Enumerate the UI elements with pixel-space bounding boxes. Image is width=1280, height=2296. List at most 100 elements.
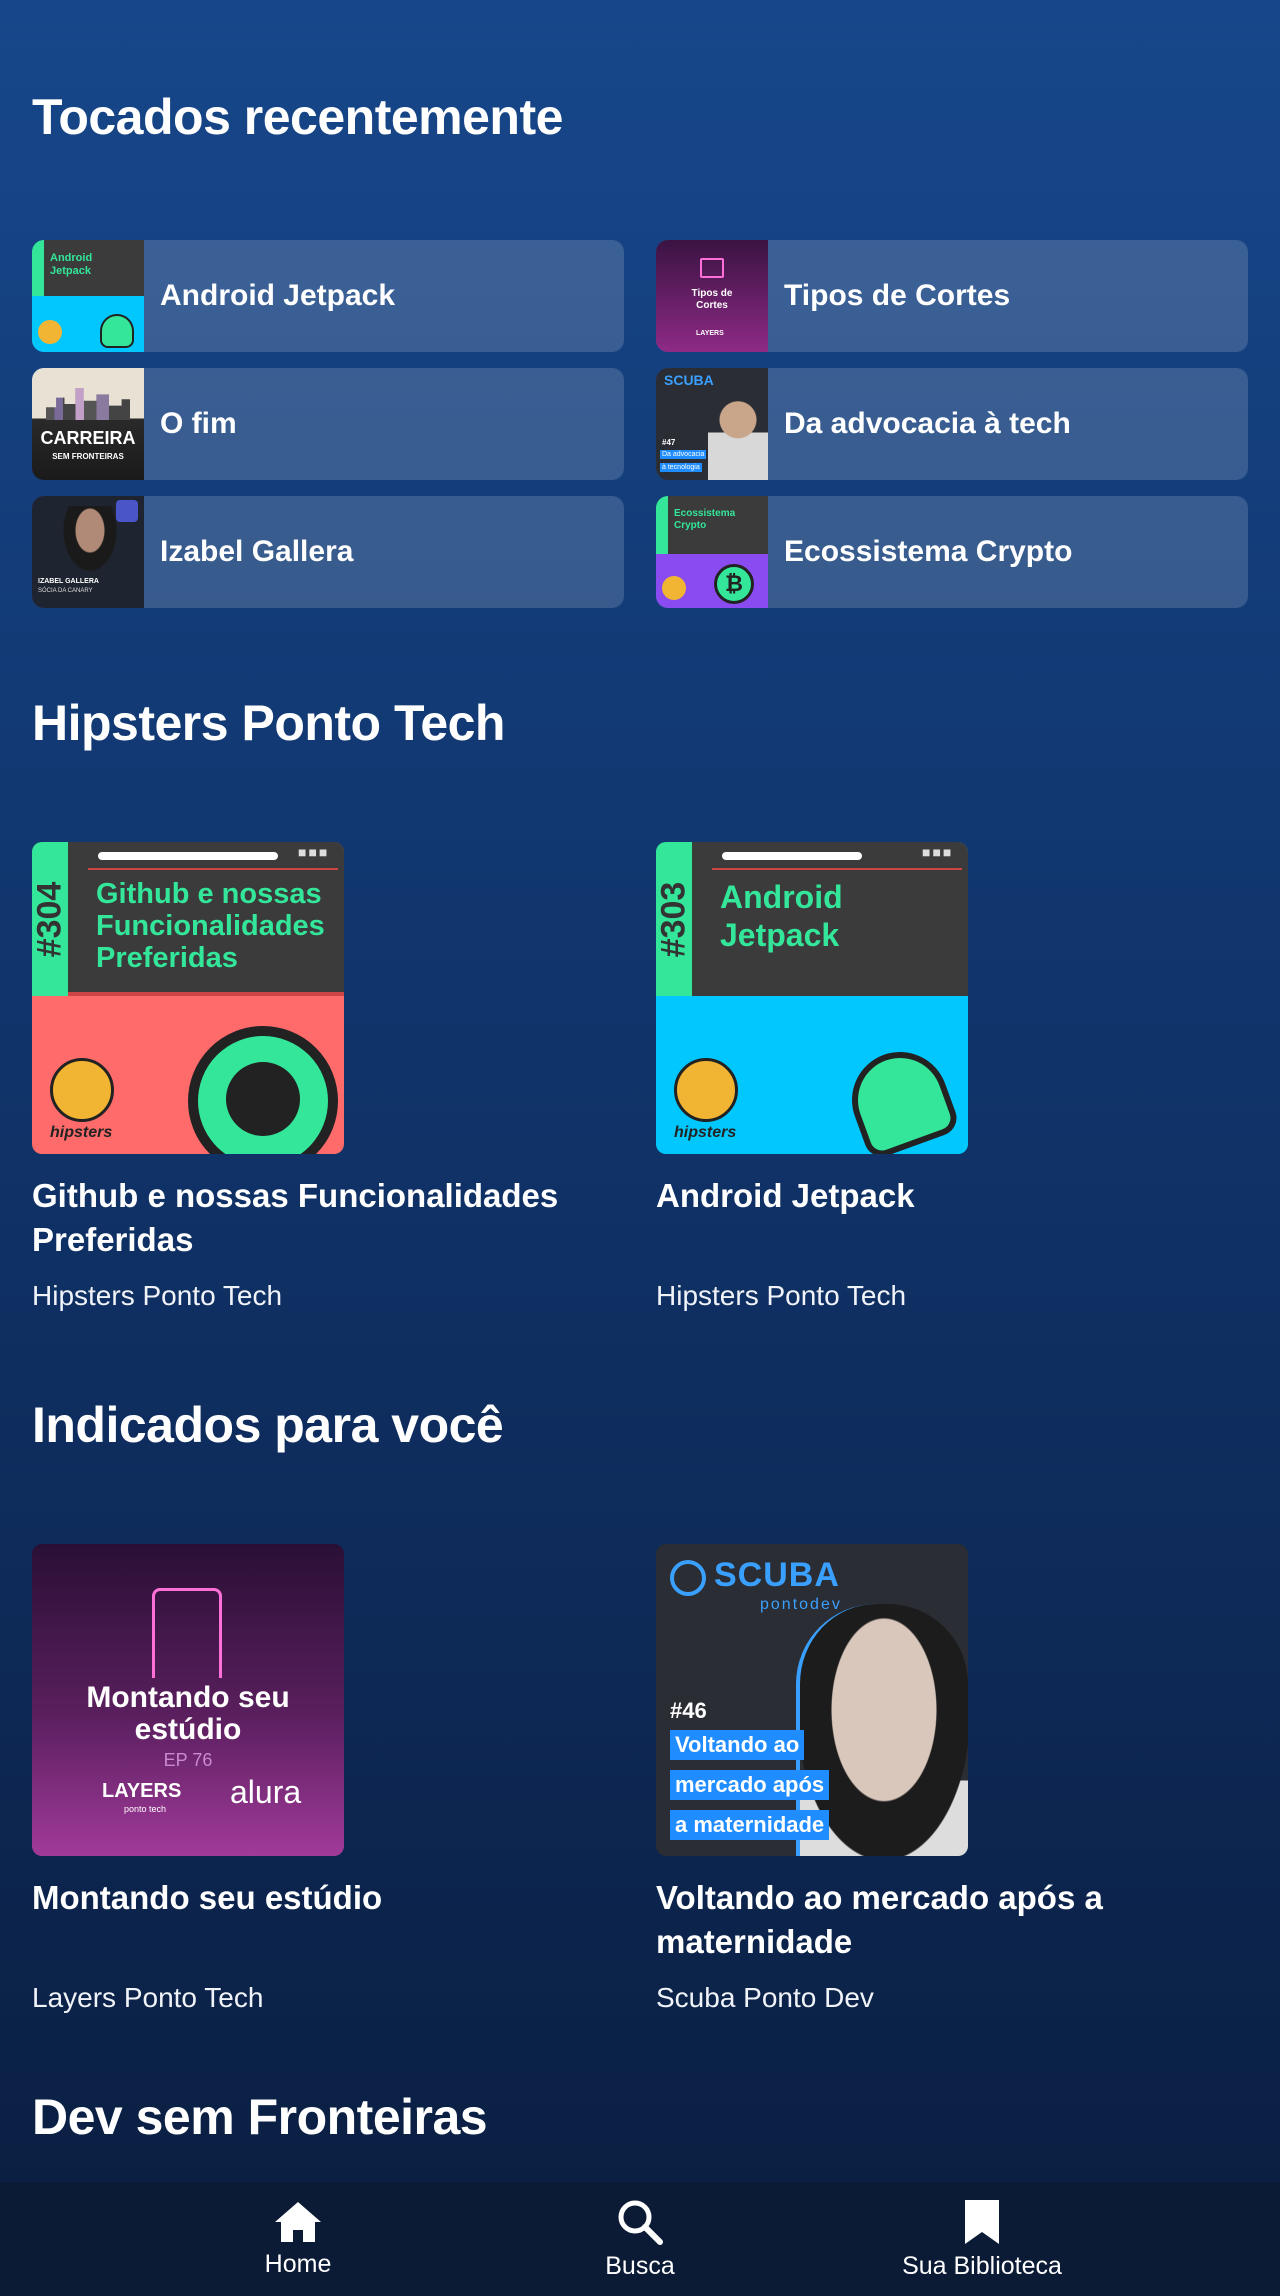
thumb-ep-label: #298	[656, 512, 659, 535]
episode-card-montando-estudio[interactable]: Montando seu estúdio EP 76 LAYERS ponto …	[32, 1544, 592, 2014]
skyline-graphic	[46, 388, 130, 420]
android-robot-icon	[838, 1038, 962, 1154]
montando-estudio-cover: Montando seu estúdio EP 76 LAYERS ponto …	[32, 1544, 344, 1856]
recent-item-label: O fim	[160, 407, 237, 440]
recent-item-ecossistema-crypto[interactable]: #298 Ecossistema Crypto ₿ Ecossistema Cr…	[656, 496, 1248, 608]
card-subtitle: Hipsters Ponto Tech	[656, 1280, 907, 1311]
nav-biblioteca-label: Sua Biblioteca	[902, 2251, 1062, 2280]
recent-item-label: Izabel Gallera	[160, 535, 354, 568]
layers-logo-sub: ponto tech	[124, 1804, 167, 1814]
thumb-text-2: à tecnologia	[660, 463, 702, 472]
camera-tripod-icon	[152, 1588, 222, 1678]
hipsters-logo-icon	[674, 1058, 738, 1122]
podcast-badge-icon	[116, 500, 138, 522]
thumb-name: IZABEL GALLERA	[38, 578, 99, 585]
recent-item-da-advocacia[interactable]: SCUBA #47 Da advocacia à tecnologia Da a…	[656, 368, 1248, 480]
thumb-ep-label: #303	[32, 256, 35, 279]
card-title: Android Jetpack	[656, 1177, 915, 1214]
browser-dots-icon: ■■■	[298, 844, 330, 860]
recent-item-label: Da advocacia à tech	[784, 407, 1071, 440]
episode-card-android-jetpack[interactable]: #303 ■■■ Android Jetpack hipsters Androi…	[656, 842, 1216, 1312]
card-title: Montando seu estúdio	[32, 1879, 383, 1916]
layers-logo: LAYERS	[696, 330, 724, 337]
section-title-indicados: Indicados para você	[32, 1397, 504, 1453]
voltando-mercado-cover: SCUBA pontodev #46 Voltando ao mercado a…	[656, 1544, 968, 1856]
cover-title: Github e nossas Funcionalidades Preferid…	[96, 878, 325, 974]
cover-line-1: Voltando ao	[670, 1730, 805, 1760]
tipos-de-cortes-thumbnail: Tipos de Cortes LAYERS	[656, 240, 768, 352]
episode-number-bar: #304	[32, 842, 69, 996]
bottom-navigation: Home Busca Sua Biblioteca	[0, 2182, 1280, 2296]
cover-title: Android Jetpack	[720, 879, 843, 953]
thumb-role: SÓCIA DA CANARY	[38, 588, 93, 594]
clapperboard-icon	[700, 258, 724, 278]
episode-card-voltando-mercado[interactable]: SCUBA pontodev #46 Voltando ao mercado a…	[656, 1544, 1216, 2014]
cover-episode: EP 76	[163, 1750, 213, 1770]
thumb-title: Tipos de Cortes	[691, 288, 733, 311]
card-title: Github e nossas Funcionalidades Preferid…	[32, 1177, 559, 1258]
recent-item-izabel-gallera[interactable]: IZABEL GALLERA SÓCIA DA CANARY Izabel Ga…	[32, 496, 624, 608]
episode-card-github[interactable]: #304 ■■■ Github e nossas Funcionalidades…	[32, 842, 592, 1312]
recent-item-label: Ecossistema Crypto	[784, 535, 1073, 568]
section-title-dev-sem-fronteiras: Dev sem Fronteiras	[32, 2089, 488, 2145]
section-title-hipsters: Hipsters Ponto Tech	[32, 695, 505, 751]
recent-item-o-fim[interactable]: CARREIRA SEM FRONTEIRAS O fim	[32, 368, 624, 480]
recent-item-label: Tipos de Cortes	[784, 279, 1011, 312]
ecossistema-crypto-thumbnail: #298 Ecossistema Crypto ₿	[656, 496, 768, 608]
card-subtitle: Layers Ponto Tech	[32, 1982, 264, 2013]
thumb-ep: #47	[662, 438, 676, 447]
thumb-brand: SCUBA	[664, 372, 714, 388]
izabel-gallera-thumbnail: IZABEL GALLERA SÓCIA DA CANARY	[32, 496, 144, 608]
card-subtitle: Scuba Ponto Dev	[656, 1982, 874, 2013]
hipsters-logo-icon	[38, 320, 62, 344]
home-icon	[275, 2201, 321, 2242]
card-title: Voltando ao mercado após a maternidade	[656, 1879, 1103, 1960]
scuba-logo: SCUBA	[714, 1556, 840, 1594]
person-photo	[60, 506, 120, 576]
nav-busca-label: Busca	[605, 2251, 675, 2280]
android-robot-icon	[100, 314, 134, 348]
episode-number: #304	[32, 881, 69, 957]
alura-logo: alura	[230, 1774, 302, 1810]
recent-item-label: Android Jetpack	[160, 279, 396, 312]
episode-number: #46	[670, 1698, 707, 1723]
scuba-logo-sub: pontodev	[760, 1596, 842, 1613]
layers-logo: LAYERS	[102, 1780, 182, 1802]
section-title-recent: Tocados recentemente	[32, 89, 563, 145]
recent-item-tipos-de-cortes[interactable]: Tipos de Cortes LAYERS Tipos de Cortes	[656, 240, 1248, 352]
hipsters-logo-icon	[662, 576, 686, 600]
android-jetpack-cover: #303 ■■■ Android Jetpack hipsters	[656, 842, 968, 1154]
android-jetpack-thumbnail: #303 Android Jetpack	[32, 240, 144, 352]
scuba-advocacia-thumbnail: SCUBA #47 Da advocacia à tecnologia	[656, 368, 768, 480]
github-octocat-icon	[188, 1026, 338, 1154]
thumb-title: Ecossistema Crypto	[674, 508, 736, 531]
hipsters-wordmark: hipsters	[50, 1124, 113, 1141]
cover-line-3: a maternidade	[670, 1810, 830, 1840]
episode-number: #303	[656, 881, 693, 957]
cover-title: Montando seu estúdio	[86, 1681, 290, 1746]
hipsters-wordmark: hipsters	[674, 1124, 737, 1141]
browser-bar	[722, 852, 862, 860]
nav-busca[interactable]: Busca	[530, 2182, 750, 2296]
bookmark-icon	[965, 2199, 999, 2244]
episode-number-bar: #303	[656, 842, 693, 996]
nav-home[interactable]: Home	[188, 2182, 408, 2296]
thumb-title: CARREIRA	[40, 428, 136, 448]
search-icon	[618, 2200, 663, 2245]
browser-bar	[98, 852, 278, 860]
thumb-title: Android Jetpack	[50, 252, 93, 277]
nav-biblioteca[interactable]: Sua Biblioteca	[872, 2182, 1092, 2296]
person-photo	[708, 394, 768, 480]
recent-item-android-jetpack[interactable]: #303 Android Jetpack Android Jetpack	[32, 240, 624, 352]
hipsters-logo-icon	[50, 1058, 114, 1122]
card-subtitle: Hipsters Ponto Tech	[32, 1280, 283, 1311]
thumb-subtitle: SEM FRONTEIRAS	[52, 452, 124, 461]
thumb-text-1: Da advocacia	[660, 450, 707, 459]
browser-dots-icon: ■■■	[922, 844, 954, 860]
github-cover: #304 ■■■ Github e nossas Funcionalidades…	[32, 842, 344, 1154]
scuba-diver-icon	[670, 1560, 706, 1596]
bitcoin-icon: ₿	[714, 564, 754, 604]
carreira-thumbnail: CARREIRA SEM FRONTEIRAS	[32, 368, 144, 480]
nav-home-label: Home	[264, 2249, 332, 2278]
cover-line-2: mercado após	[670, 1770, 830, 1800]
